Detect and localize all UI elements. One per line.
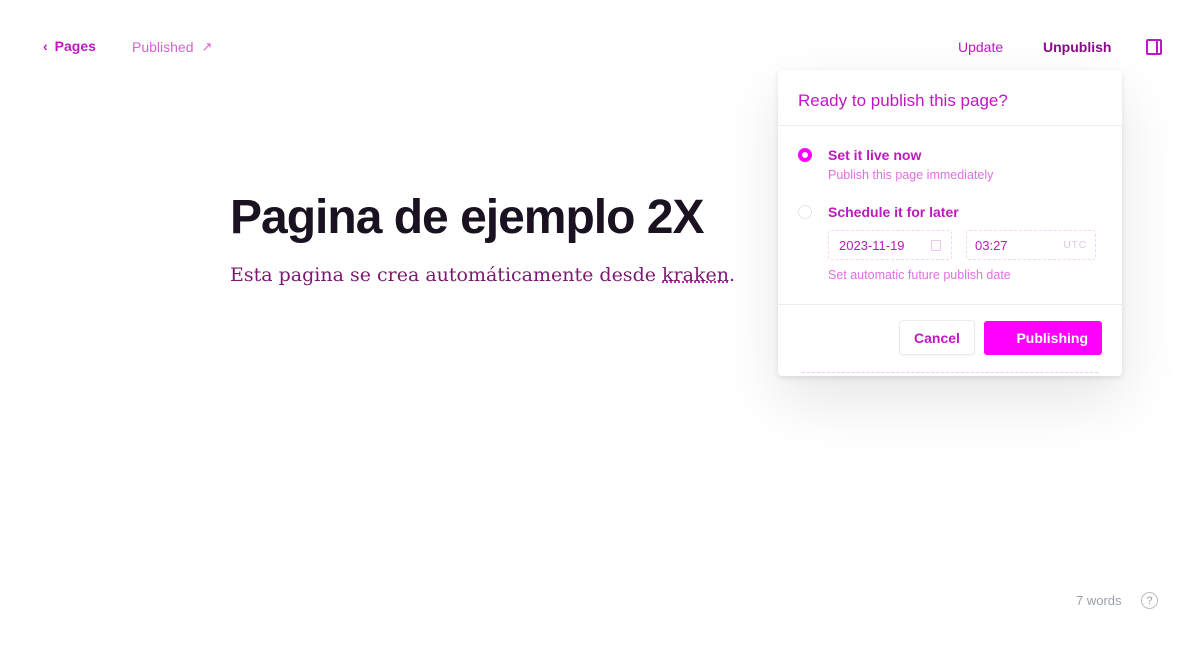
radio-set-live-now[interactable] [798,148,812,162]
schedule-time-value: 03:27 [975,237,1008,253]
cancel-button[interactable]: Cancel [899,320,975,355]
option-now-description: Publish this page immediately [828,168,994,182]
word-count: 7 words [1076,593,1122,608]
schedule-datetime-row: 2023-11-19 03:27 UTC [828,230,1096,260]
dialog-footer-divider [778,304,1122,305]
dialog-bottom-rule [802,372,1098,373]
page-title[interactable]: Pagina de ejemplo 2X [230,190,704,245]
publish-button[interactable]: Publishing [984,321,1102,355]
external-link-icon: ↗ [201,39,213,54]
schedule-date-value: 2023-11-19 [839,237,905,253]
schedule-date-input[interactable]: 2023-11-19 [828,230,952,260]
option-now-title: Set it live now [828,147,922,163]
back-label: Pages [54,38,96,54]
chevron-left-icon: ‹ [43,38,48,54]
radio-schedule-later[interactable] [798,205,812,219]
dialog-heading: Ready to publish this page? [778,70,1122,126]
unpublish-button[interactable]: Unpublish [1043,39,1111,55]
timezone-label: UTC [1063,239,1087,251]
sidebar-toggle-icon[interactable] [1146,39,1162,55]
publish-status[interactable]: Published ↗ [132,39,212,55]
excerpt-end: . [728,264,735,286]
schedule-time-input[interactable]: 03:27 UTC [966,230,1096,260]
option-later-description: Set automatic future publish date [828,268,1011,282]
page-excerpt[interactable]: Esta pagina se crea automáticamente desd… [230,264,735,286]
publish-dialog: Ready to publish this page? Set it live … [778,70,1122,376]
calendar-icon[interactable] [931,239,941,251]
excerpt-text: Esta pagina se crea automáticamente desd… [230,264,663,286]
misspelled-word[interactable]: kraken [662,264,729,286]
editor-page: ‹ Pages Published ↗ Update Unpublish Pag… [0,0,1200,648]
back-to-pages-link[interactable]: ‹ Pages [43,38,96,54]
status-label: Published [132,39,194,55]
update-button[interactable]: Update [958,39,1003,55]
help-icon[interactable]: ? [1141,592,1158,609]
option-later-title: Schedule it for later [828,204,959,220]
